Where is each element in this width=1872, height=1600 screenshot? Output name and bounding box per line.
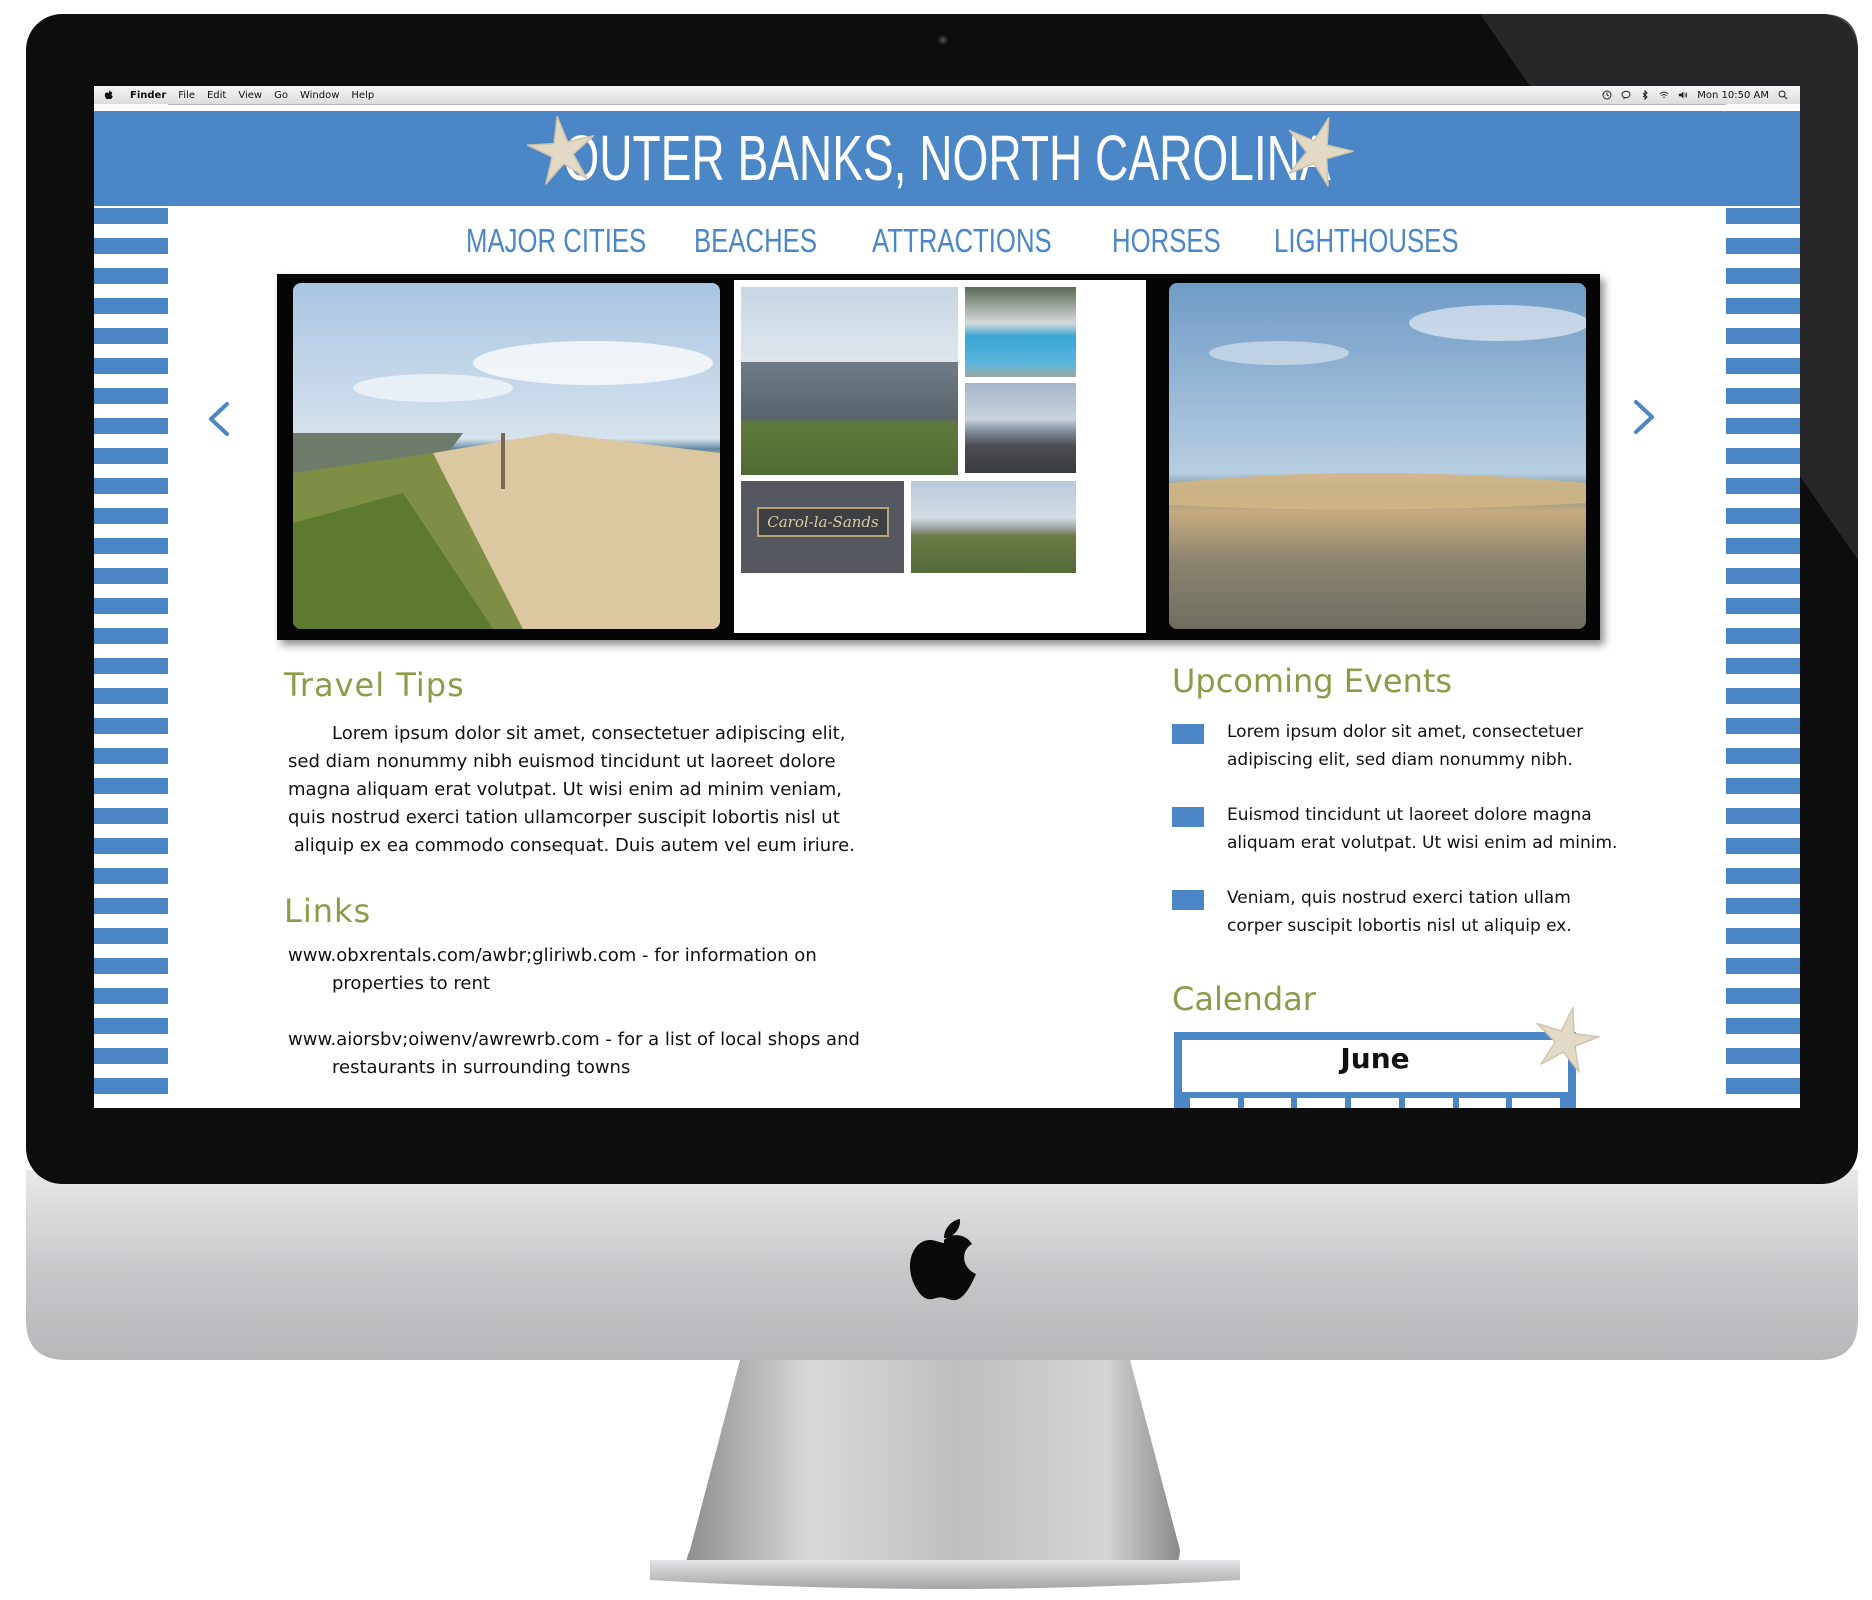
calendar-day-cell[interactable] [1351,1098,1399,1108]
event-line: Lorem ipsum dolor sit amet, consectetuer [1227,722,1584,742]
event-item: Euismod tincidunt ut laoreet dolore magn… [1172,801,1712,861]
bluetooth-icon[interactable] [1640,90,1650,100]
calendar-month: June [1340,1042,1410,1075]
travel-tips-heading: Travel Tips [284,666,465,704]
dune-grass-photo [911,481,1076,573]
calendar-widget[interactable]: June [1174,1032,1576,1108]
nav-major-cities[interactable]: MAJOR CITIES [466,222,646,260]
chevron-right-icon[interactable] [1624,392,1664,442]
site-title: OUTER BANKS, NORTH CAROLINA [563,122,1331,194]
nav-lighthouses[interactable]: LIGHTHOUSES [1274,222,1459,260]
event-bullet-icon [1172,890,1204,910]
link-item[interactable]: www.obxrentals.com/awbr;gliriwb.com - fo… [288,942,817,998]
site-banner: OUTER BANKS, NORTH CAROLINA [94,111,1800,206]
time-machine-icon[interactable] [1602,90,1612,100]
event-item: Lorem ipsum dolor sit amet, consectetuer… [1172,718,1712,778]
menu-finder[interactable]: Finder [130,90,166,101]
link-line-continued[interactable]: properties to rent [288,970,817,998]
screen: Finder File Edit View Go Window Help Mon… [94,86,1800,1108]
link-line-continued[interactable]: restaurants in surrounding towns [288,1054,860,1082]
link-line[interactable]: www.obxrentals.com/awbr;gliriwb.com - fo… [288,942,817,970]
house-sign-photo: Carol-la-Sands [741,481,904,573]
calendar-day-cell[interactable] [1190,1098,1238,1108]
starfish-icon [1288,116,1354,188]
links-heading: Links [284,892,372,930]
event-item: Veniam, quis nostrud exerci tation ullam… [1172,884,1712,944]
beach-house-collage[interactable]: Carol-la-Sands [734,280,1146,633]
starfish-icon [1536,1006,1600,1073]
calendar-grid [1182,1092,1568,1108]
travel-tips-line: aliquip ex ea commodo consequat. Duis au… [288,835,855,856]
travel-tips-line: quis nostrud exerci tation ullamcorper s… [288,807,840,828]
apple-menu-icon[interactable] [104,90,114,100]
travel-tips-line: magna aliquam erat volutpat. Ut wisi eni… [288,779,842,800]
messages-icon[interactable] [1621,90,1631,100]
event-line: corper suscipit lobortis nisl ut aliquip… [1227,916,1572,936]
menubar-clock[interactable]: Mon 10:50 AM [1697,90,1769,101]
calendar-day-cell[interactable] [1458,1098,1507,1108]
calendar-day-cell[interactable] [1404,1098,1453,1108]
menu-file[interactable]: File [178,90,195,101]
wifi-icon[interactable] [1659,90,1669,100]
event-line: Veniam, quis nostrud exerci tation ullam [1227,888,1571,908]
upcoming-events-heading: Upcoming Events [1172,662,1453,700]
link-item[interactable]: www.aiorsbv;oiwenv/awrewrb.com - for a l… [288,1026,860,1082]
event-text: Veniam, quis nostrud exerci tation ullam… [1227,884,1572,940]
starfish-icon [526,115,595,185]
event-bullet-icon [1172,807,1204,827]
boardwalk-photo [965,383,1076,473]
spotlight-search-icon[interactable] [1778,90,1788,100]
pool-photo [965,287,1076,377]
event-line: aliquam erat volutpat. Ut wisi enim ad m… [1227,833,1618,853]
menubar-status-area: Mon 10:50 AM [1602,86,1788,104]
nav-beaches[interactable]: BEACHES [694,222,817,260]
menu-window[interactable]: Window [300,90,339,101]
menu-go[interactable]: Go [274,90,288,101]
link-line[interactable]: www.aiorsbv;oiwenv/awrewrb.com - for a l… [288,1026,860,1054]
sign-text: Carol-la-Sands [757,507,889,537]
main-nav: MAJOR CITIES BEACHES ATTRACTIONS HORSES … [94,216,1800,266]
event-line: adipiscing elit, sed diam nonummy nibh. [1227,750,1573,770]
event-bullet-icon [1172,724,1204,744]
travel-tips-line: Lorem ipsum dolor sit amet, consectetuer… [332,723,846,744]
event-text: Euismod tincidunt ut laoreet dolore magn… [1227,801,1617,857]
calendar-heading: Calendar [1172,980,1316,1018]
calendar-day-cell[interactable] [1297,1098,1346,1108]
calendar-day-cell[interactable] [1243,1098,1292,1108]
nav-attractions[interactable]: ATTRACTIONS [872,222,1052,260]
event-text: Lorem ipsum dolor sit amet, consectetuer… [1227,718,1583,774]
apple-logo-icon [909,1219,976,1301]
travel-tips-body: Lorem ipsum dolor sit amet, consectetuer… [288,720,1008,860]
travel-tips-line: sed diam nonummy nibh euismod tincidunt … [288,751,836,772]
menu-help[interactable]: Help [351,90,374,101]
mac-menubar: Finder File Edit View Go Window Help Mon… [94,86,1800,105]
calendar-day-cell[interactable] [1512,1098,1561,1108]
menu-view[interactable]: View [238,90,262,101]
beach-dunes-photo[interactable] [293,283,720,629]
nav-horses[interactable]: HORSES [1112,222,1221,260]
event-line: Euismod tincidunt ut laoreet dolore magn… [1227,805,1592,825]
photo-carousel: Carol-la-Sands [277,274,1600,640]
menu-edit[interactable]: Edit [207,90,226,101]
volume-icon[interactable] [1678,90,1688,100]
chevron-left-icon[interactable] [199,394,239,444]
beach-house-photo [741,287,958,475]
ocean-shore-photo[interactable] [1169,283,1586,629]
